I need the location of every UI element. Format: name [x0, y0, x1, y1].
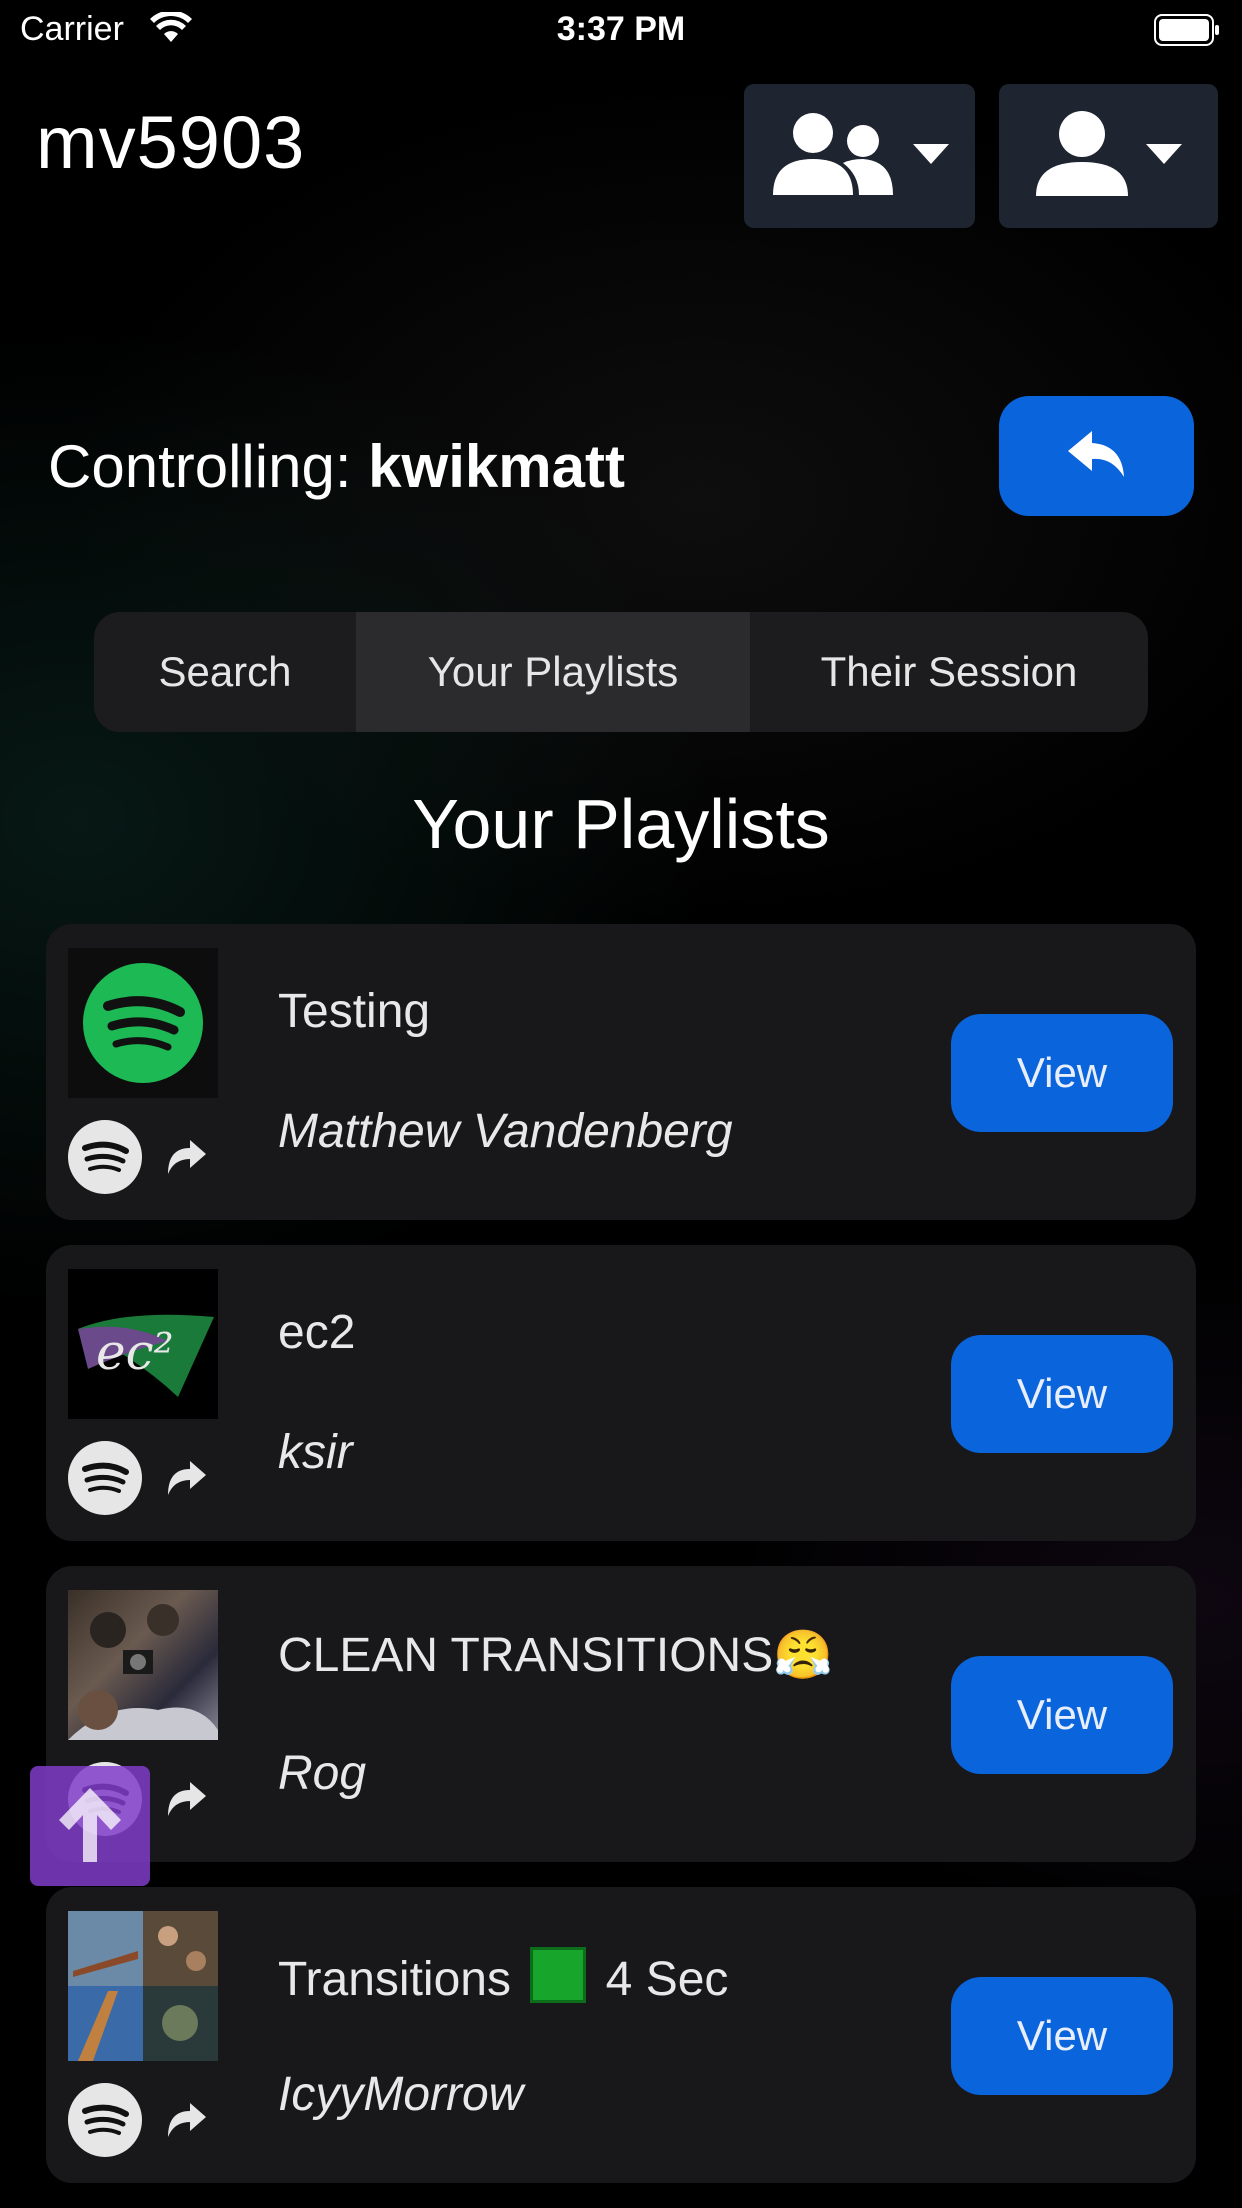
- clock: 3:37 PM: [556, 10, 686, 48]
- playlist-name: CLEAN TRANSITIONS😤: [278, 1629, 833, 1682]
- photo-collage-image: [68, 1604, 218, 1740]
- ec2-logo-icon: ec²: [78, 1314, 214, 1397]
- controlling-prefix: Controlling:: [48, 433, 352, 500]
- share-icon[interactable]: [164, 2099, 208, 2139]
- controlling-target: kwikmatt: [368, 433, 625, 500]
- playlist-cover: ec²: [68, 1269, 218, 1419]
- playlist-card: CLEAN TRANSITIONS😤 Rog View: [46, 1566, 1196, 1862]
- username-title: mv5903: [36, 101, 306, 184]
- controlling-label: Controlling: kwikmatt: [48, 432, 625, 501]
- playlist-owner: Matthew Vandenberg: [278, 1105, 733, 1158]
- playlist-cover: [68, 1590, 218, 1740]
- profile-menu-button[interactable]: [999, 84, 1218, 228]
- tab-their-session[interactable]: Their Session: [750, 612, 1148, 732]
- status-bar: Carrier 3:37 PM: [0, 0, 1242, 62]
- scroll-to-top-button[interactable]: [30, 1766, 150, 1886]
- playlist-owner: IcyyMorrow: [278, 2068, 524, 2121]
- share-icon[interactable]: [164, 1457, 208, 1497]
- spotify-open-icon[interactable]: [68, 2083, 142, 2157]
- section-title: Your Playlists: [412, 785, 830, 863]
- playlist-owner: Rog: [278, 1747, 367, 1800]
- playlist-name: Testing: [278, 985, 431, 1038]
- users-icon: [771, 111, 895, 202]
- tab-search[interactable]: Search: [94, 612, 356, 732]
- view-playlist-button[interactable]: View: [951, 1977, 1173, 2095]
- tab-your-playlists[interactable]: Your Playlists: [356, 612, 750, 732]
- view-playlist-button[interactable]: View: [951, 1656, 1173, 1774]
- chevron-down-icon: [912, 143, 949, 169]
- share-icon[interactable]: [164, 1778, 208, 1818]
- stop-controlling-button[interactable]: [999, 396, 1194, 516]
- tab-bar: Search Your Playlists Their Session: [94, 612, 1148, 732]
- playlist-owner: ksir: [278, 1426, 353, 1479]
- spotify-logo-icon: [83, 963, 203, 1083]
- arrow-up-icon: [55, 1784, 125, 1869]
- playlist-card: Testing Matthew Vandenberg View: [46, 924, 1196, 1220]
- spotify-open-icon[interactable]: [68, 1441, 142, 1515]
- playlist-name-suffix: 4 Sec: [605, 1953, 729, 2006]
- user-icon: [1035, 110, 1128, 203]
- photo-grid-image: [68, 1911, 218, 2061]
- playlist-cover: [68, 1911, 218, 2061]
- view-playlist-button[interactable]: View: [951, 1014, 1173, 1132]
- chevron-down-icon: [1145, 143, 1182, 169]
- battery-icon: [1154, 14, 1220, 46]
- reply-arrow-icon: [1067, 430, 1126, 482]
- playlist-cover: [68, 948, 218, 1098]
- view-playlist-button[interactable]: View: [951, 1335, 1173, 1453]
- share-icon[interactable]: [164, 1136, 208, 1176]
- spotify-open-icon[interactable]: [68, 1120, 142, 1194]
- ec2-logo-text: ec²: [96, 1323, 174, 1381]
- playlist-card: ec² ec2 ksir View: [46, 1245, 1196, 1541]
- playlist-name: ec2: [278, 1306, 356, 1359]
- green-square-icon: [530, 1947, 587, 2003]
- playlist-name: Transitions 4 Sec: [278, 1947, 728, 2007]
- playlist-name-prefix: Transitions: [278, 1953, 511, 2006]
- friends-menu-button[interactable]: [744, 84, 975, 228]
- playlist-card: Transitions 4 Sec IcyyMorrow View: [46, 1887, 1196, 2183]
